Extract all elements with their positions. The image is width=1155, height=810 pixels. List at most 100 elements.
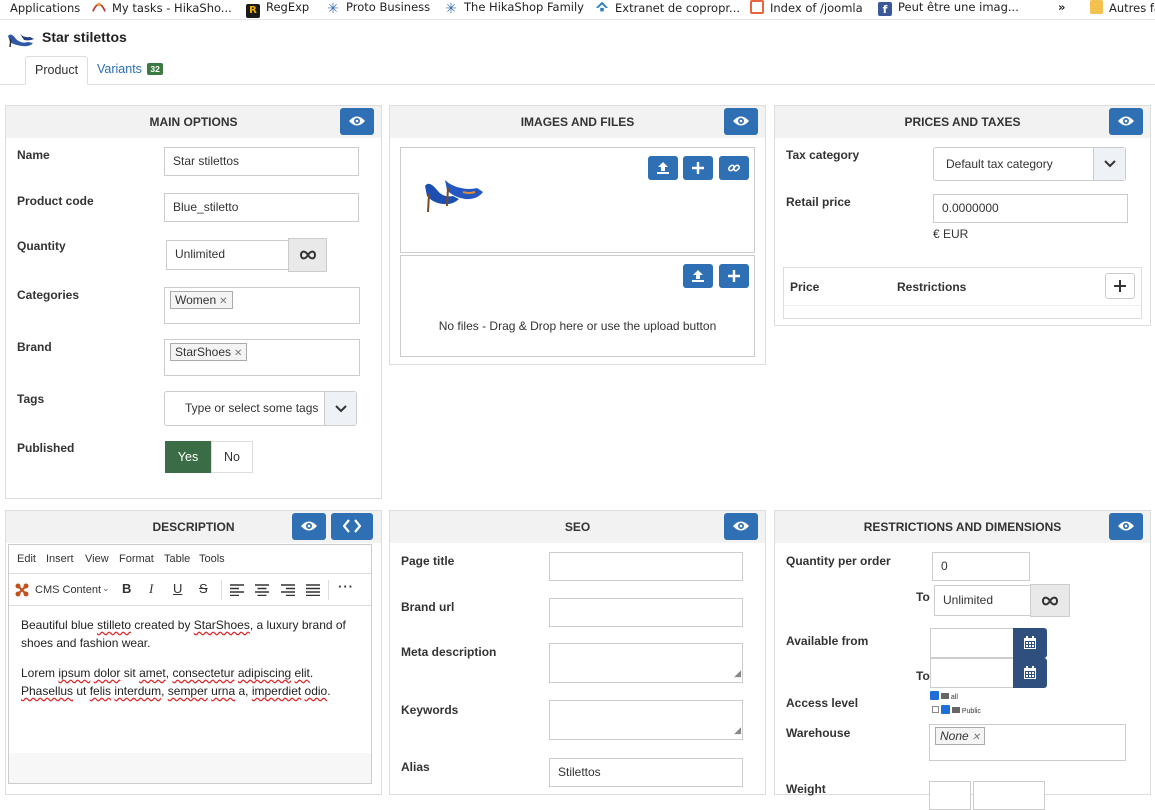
available-to-calendar-button[interactable] [1013, 658, 1047, 688]
available-to-date-input[interactable] [930, 658, 1014, 688]
brand-chip-starshoes[interactable]: StarShoes ✕ [170, 343, 248, 361]
alias-label: Alias [401, 760, 430, 774]
eye-icon [1118, 521, 1134, 531]
link-image-button[interactable] [719, 156, 749, 180]
shoe-logo-icon [8, 34, 34, 48]
access-tree-all[interactable]: all [930, 691, 958, 701]
bookmark-applications[interactable]: Applications [0, 0, 80, 16]
description-toggle-button[interactable] [292, 513, 326, 540]
product-code-input[interactable]: Blue_stiletto [164, 193, 359, 222]
tags-dropdown-button[interactable] [324, 392, 356, 425]
add-file-button[interactable] [719, 264, 749, 288]
seo-header: SEO [390, 511, 765, 543]
published-no-button[interactable]: No [211, 441, 253, 473]
add-image-button[interactable] [683, 156, 713, 180]
bold-button[interactable]: B [122, 581, 131, 596]
quantity-input[interactable]: Unlimited [166, 240, 289, 270]
meta-description-textarea[interactable]: ◢ [549, 643, 743, 683]
seo-toggle-button[interactable] [724, 513, 758, 540]
align-left-icon[interactable] [230, 584, 244, 596]
main-options-toggle-button[interactable] [340, 108, 374, 135]
warehouse-chip-none[interactable]: None ✕ [935, 727, 986, 745]
align-center-icon[interactable] [255, 584, 269, 596]
weight-unit-select[interactable] [973, 781, 1045, 810]
tab-variants[interactable]: Variants 32 [88, 56, 172, 85]
regexp-r-icon: R [246, 4, 260, 18]
restrictions-toggle-button[interactable] [1109, 513, 1143, 540]
keywords-textarea[interactable]: ◢ [549, 700, 743, 740]
product-image-thumbnail[interactable] [423, 174, 485, 218]
eye-icon [349, 116, 365, 126]
expand-icon[interactable] [932, 706, 939, 713]
menu-edit[interactable]: Edit [17, 553, 36, 565]
remove-icon[interactable]: ✕ [219, 296, 227, 307]
description-paragraph-2[interactable]: Lorem ipsum dolor sit amet, consectetur … [21, 664, 361, 700]
upload-image-button[interactable] [648, 156, 678, 180]
page-title-input[interactable] [549, 552, 743, 581]
cms-content-dropdown[interactable]: CMS Content ⌄ [14, 581, 114, 599]
variants-count-badge: 32 [147, 63, 163, 75]
align-justify-icon[interactable] [306, 584, 320, 596]
bookmark-my-tasks[interactable]: My tasks - HikaSho... [92, 0, 232, 16]
resize-handle-icon[interactable]: ◢ [734, 717, 741, 739]
category-chip-women[interactable]: Women ✕ [170, 291, 233, 309]
images-toggle-button[interactable] [724, 108, 758, 135]
quantity-max-input[interactable]: Unlimited [934, 585, 1031, 616]
source-code-toggle-button[interactable] [331, 513, 373, 540]
main-options-panel: MAIN OPTIONS Name Star stilettos Product… [5, 105, 382, 499]
tax-dropdown-button[interactable] [1093, 148, 1125, 180]
wysiwyg-editor[interactable]: Edit Insert View Format Table Tools CMS … [8, 544, 372, 784]
bookmark-proto-business[interactable]: ✳ Proto Business [326, 0, 430, 16]
meta-description-label: Meta description [401, 645, 497, 659]
seo-panel: SEO Page title Brand url Meta descriptio… [389, 510, 766, 795]
unlimited-toggle-button[interactable] [288, 238, 327, 272]
checkbox-checked-icon[interactable] [930, 691, 939, 700]
published-yes-button[interactable]: Yes [165, 441, 211, 473]
description-paragraph-1[interactable]: Beautiful blue stilleto created by StarS… [21, 616, 361, 652]
bookmark-regexp[interactable]: R RegExp [246, 0, 309, 18]
quantity-min-input[interactable]: 0 [932, 552, 1030, 581]
available-from-calendar-button[interactable] [1013, 628, 1047, 658]
underline-button[interactable]: U [173, 581, 182, 596]
images-files-header: IMAGES AND FILES [390, 106, 765, 138]
chevron-down-icon [335, 405, 347, 413]
name-input[interactable]: Star stilettos [164, 147, 359, 176]
access-tree-public[interactable]: Public [932, 705, 981, 715]
images-dropzone[interactable] [400, 147, 755, 253]
italic-button[interactable]: I [149, 581, 153, 597]
upload-file-button[interactable] [683, 264, 713, 288]
menu-table[interactable]: Table [164, 553, 190, 565]
align-right-icon[interactable] [281, 584, 295, 596]
bookmark-facebook[interactable]: f Peut être une imag... [878, 0, 1019, 16]
unlimited-toggle-button[interactable] [1030, 584, 1070, 617]
bookmarks-overflow[interactable]: » [1058, 0, 1065, 16]
menu-format[interactable]: Format [119, 553, 154, 565]
checkbox-checked-icon[interactable] [940, 705, 950, 714]
menu-view[interactable]: View [85, 553, 109, 565]
currency-label: € EUR [933, 227, 969, 241]
snowflake-icon: ✳ [327, 1, 339, 17]
remove-icon[interactable]: ✕ [234, 348, 242, 359]
files-dropzone[interactable]: No files - Drag & Drop here or use the u… [400, 255, 755, 357]
bookmark-other[interactable]: Autres fa [1090, 0, 1155, 16]
to-label: To [916, 590, 930, 604]
brand-url-input[interactable] [549, 598, 743, 627]
alias-input[interactable]: Stilettos [549, 758, 743, 787]
resize-handle-icon[interactable]: ◢ [734, 660, 741, 682]
bookmark-index-joomla[interactable]: Index of /joomla [750, 0, 863, 16]
tags-label: Tags [17, 392, 45, 406]
available-from-date-input[interactable] [930, 628, 1014, 658]
main-options-header: MAIN OPTIONS [6, 106, 381, 138]
strikethrough-button[interactable]: S [199, 581, 208, 596]
bookmark-hikashop-family[interactable]: ✳ The HikaShop Family [444, 0, 584, 16]
remove-icon[interactable]: ✕ [972, 732, 980, 743]
retail-price-input[interactable]: 0.0000000 [933, 194, 1128, 223]
menu-tools[interactable]: Tools [199, 553, 225, 565]
weight-input[interactable] [929, 781, 971, 810]
more-options-button[interactable]: ··· [338, 579, 354, 594]
bookmark-extranet[interactable]: Extranet de copropr... [595, 0, 740, 16]
add-price-button[interactable] [1105, 273, 1135, 299]
tab-product[interactable]: Product [25, 56, 89, 85]
prices-toggle-button[interactable] [1109, 108, 1143, 135]
menu-insert[interactable]: Insert [46, 553, 74, 565]
